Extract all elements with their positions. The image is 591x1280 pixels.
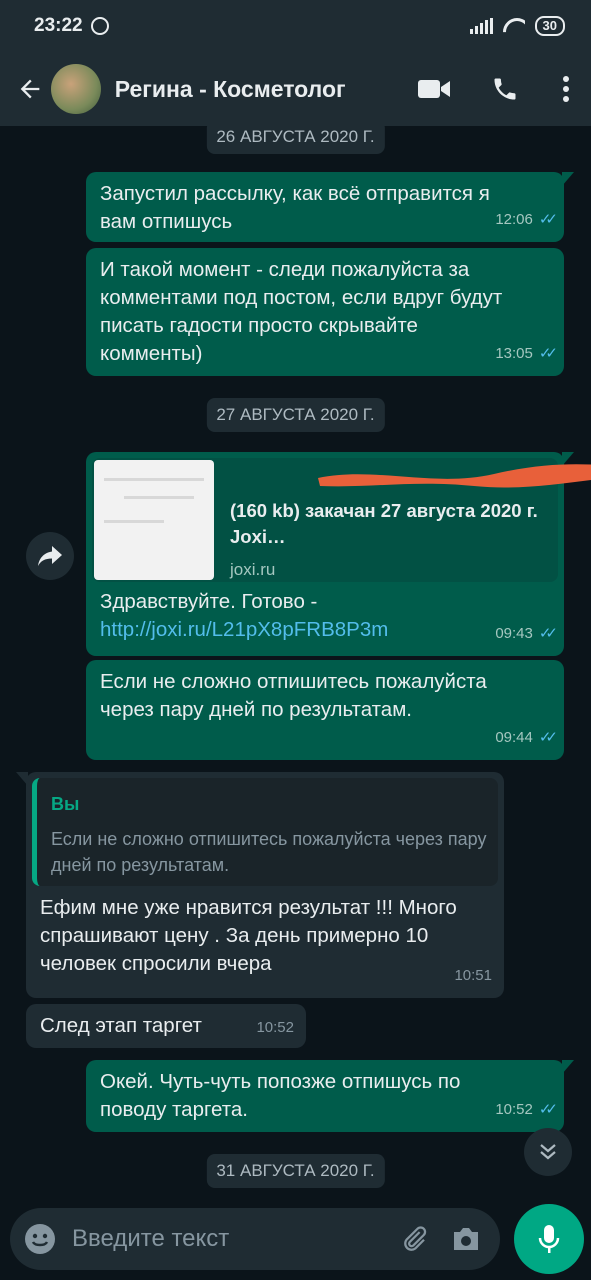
back-arrow-icon[interactable]: [8, 67, 51, 111]
emoji-icon[interactable]: [24, 1223, 56, 1255]
camera-icon[interactable]: [446, 1219, 486, 1259]
chevron-down-icon[interactable]: [524, 1128, 572, 1176]
message-outgoing-link[interactable]: (160 kb) закачан 27 августа 2020 г. Joxi…: [86, 452, 591, 656]
redaction-scribble: [318, 464, 591, 488]
message-text: Если не сложно отпишитесь пожалуйста чер…: [100, 670, 487, 721]
message-time: 13:05: [495, 345, 533, 362]
message-text: Ефим мне уже нравится результат !!! Мног…: [40, 896, 457, 975]
message-text: Окей. Чуть-чуть попозже отпишусь по пово…: [100, 1070, 461, 1121]
status-time: 23:22: [34, 15, 83, 36]
date-separator: 26 АВГУСТА 2020 Г.: [206, 126, 385, 154]
message-link[interactable]: http://joxi.ru/L21pX8pFRB8P3m: [100, 618, 388, 641]
attach-icon[interactable]: [394, 1219, 434, 1259]
date-separator: 31 АВГУСТА 2020 Г.: [206, 1154, 385, 1188]
video-call-icon[interactable]: [409, 64, 458, 114]
message-time: 10:52: [256, 1019, 294, 1036]
message-time: 12:06: [495, 211, 533, 228]
message-outgoing[interactable]: Окей. Чуть-чуть попозже отпишусь по пово…: [86, 1060, 574, 1132]
message-composer: [10, 1208, 500, 1270]
chat-area[interactable]: 26 АВГУСТА 2020 Г. Запустил рассылку, ка…: [0, 126, 591, 1200]
message-text: Здравствуйте. Готово - http://joxi.ru/L2…: [100, 588, 504, 644]
message-text-prefix: Здравствуйте. Готово -: [100, 590, 318, 613]
phone-icon[interactable]: [480, 64, 529, 114]
message-outgoing[interactable]: И такой момент - следи пожалуйста за ком…: [86, 248, 564, 376]
date-separator: 27 АВГУСТА 2020 Г.: [206, 398, 385, 432]
read-ticks-icon: ✓✓: [538, 1101, 558, 1118]
link-thumbnail: [94, 460, 214, 580]
read-ticks-icon: ✓✓: [538, 345, 558, 362]
message-time: 10:52: [495, 1101, 533, 1118]
link-title: (160 kb) закачан 27 августа 2020 г. Joxi…: [230, 500, 538, 547]
more-vert-icon[interactable]: [542, 64, 591, 114]
wifi-icon: [503, 18, 525, 34]
message-outgoing[interactable]: Если не сложно отпишитесь пожалуйста чер…: [86, 660, 564, 760]
message-text: И такой момент - следи пожалуйста за ком…: [100, 258, 503, 365]
message-input[interactable]: [72, 1225, 382, 1253]
contact-name[interactable]: Регина - Косметолог: [115, 76, 391, 103]
message-text: Запустил рассылку, как всё отправится я …: [100, 182, 490, 233]
battery-indicator: 30: [534, 16, 565, 36]
read-ticks-icon: ✓✓: [538, 211, 558, 228]
read-ticks-icon: ✓✓: [538, 729, 558, 746]
message-incoming-reply[interactable]: Вы Если не сложно отпишитесь пожалуйста …: [16, 772, 504, 998]
message-time: 10:51: [454, 967, 492, 984]
mic-icon[interactable]: [514, 1204, 584, 1274]
forward-icon[interactable]: [26, 532, 74, 580]
quote-author: Вы: [51, 794, 80, 814]
link-domain: joxi.ru: [230, 560, 276, 579]
status-bar: 23:22 30: [0, 0, 591, 52]
chat-header: Регина - Косметолог: [0, 52, 591, 126]
signal-icon: [469, 18, 493, 34]
contact-avatar[interactable]: [51, 64, 101, 114]
read-ticks-icon: ✓✓: [538, 625, 558, 642]
quoted-message[interactable]: Вы Если не сложно отпишитесь пожалуйста …: [32, 778, 498, 886]
message-incoming[interactable]: След этап таргет 10:52: [26, 1004, 306, 1048]
quote-text: Если не сложно отпишитесь пожалуйста чер…: [51, 829, 487, 875]
message-time: 09:44: [495, 729, 533, 746]
alarm-icon: [90, 17, 109, 35]
message-time: 09:43: [495, 625, 533, 642]
message-outgoing[interactable]: Запустил рассылку, как всё отправится я …: [86, 172, 574, 242]
